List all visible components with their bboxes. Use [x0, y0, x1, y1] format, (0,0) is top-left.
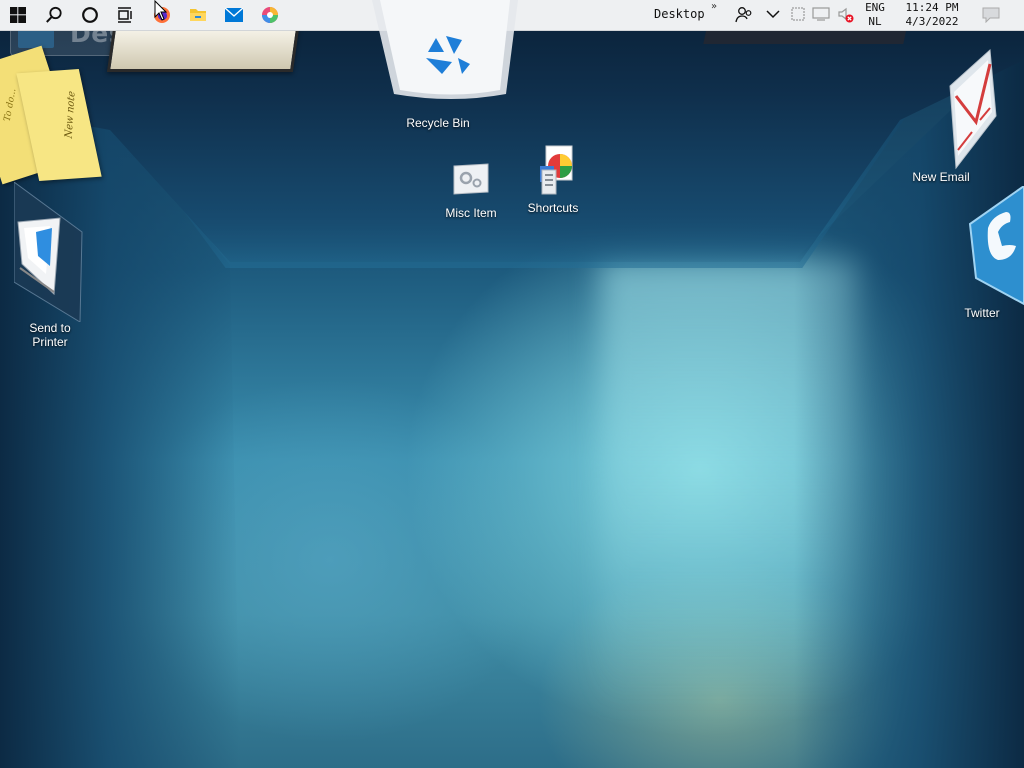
- task-view-icon: [118, 7, 132, 23]
- envelope-icon: [949, 48, 997, 170]
- people-icon[interactable]: [735, 6, 753, 24]
- send-to-printer-label: Send to Printer: [29, 321, 71, 349]
- misc-item[interactable]: Misc Item: [441, 160, 501, 220]
- sticky-note-label: New note: [63, 90, 78, 140]
- windows-logo-icon: [10, 7, 26, 23]
- mail-button[interactable]: [216, 0, 252, 30]
- search-icon: [46, 6, 62, 23]
- search-button[interactable]: [36, 0, 72, 30]
- cortana-button[interactable]: [72, 0, 108, 30]
- tablet-mode-icon[interactable]: [790, 6, 806, 22]
- twitter[interactable]: Twitter: [940, 184, 1024, 320]
- picture-frame: [106, 28, 300, 72]
- color-wheel-icon: [262, 7, 278, 23]
- file-explorer-button[interactable]: [180, 0, 216, 30]
- notification-icon[interactable]: [982, 7, 1000, 23]
- toolbar-expand-chevron[interactable]: »: [711, 1, 717, 12]
- mail-icon: [225, 8, 243, 22]
- color-app-button[interactable]: [252, 0, 288, 30]
- folder-icon: [190, 9, 206, 21]
- new-email[interactable]: New Email: [905, 46, 1015, 184]
- language-code: ENG: [865, 1, 885, 14]
- task-view-button[interactable]: [108, 0, 144, 30]
- new-email-label: New Email: [912, 170, 970, 184]
- misc-item-label: Misc Item: [445, 206, 497, 220]
- circle-icon: [82, 7, 98, 23]
- mouse-cursor-icon: [154, 0, 168, 21]
- desktop-frame-icon: [18, 28, 54, 48]
- input-language[interactable]: ENG NL: [864, 1, 886, 29]
- recycle-bin-icon: [372, 0, 518, 99]
- display-icon[interactable]: [812, 6, 832, 22]
- printer-icon: [13, 181, 83, 323]
- volume-muted-icon[interactable]: [837, 6, 855, 24]
- twitter-icon: [968, 184, 1024, 306]
- keyboard-layout: NL: [868, 15, 882, 28]
- gears-icon: [453, 163, 489, 195]
- recycle-bin[interactable]: Recycle Bin: [372, 0, 532, 130]
- clock[interactable]: 11:24 PM 4/3/2022: [898, 1, 966, 29]
- shortcuts[interactable]: Shortcuts: [520, 144, 586, 215]
- desktop-toolbar-label[interactable]: Desktop: [654, 7, 705, 21]
- shortcuts-icon: [540, 145, 573, 195]
- recycle-bin-label: Recycle Bin: [406, 116, 470, 130]
- send-to-printer[interactable]: Send to Printer: [0, 181, 100, 349]
- clock-date: 4/3/2022: [905, 15, 959, 28]
- start-button[interactable]: [0, 0, 36, 30]
- clock-time: 11:24 PM: [905, 1, 959, 14]
- chevron-down-icon[interactable]: [766, 9, 780, 19]
- shortcuts-label: Shortcuts: [527, 201, 579, 215]
